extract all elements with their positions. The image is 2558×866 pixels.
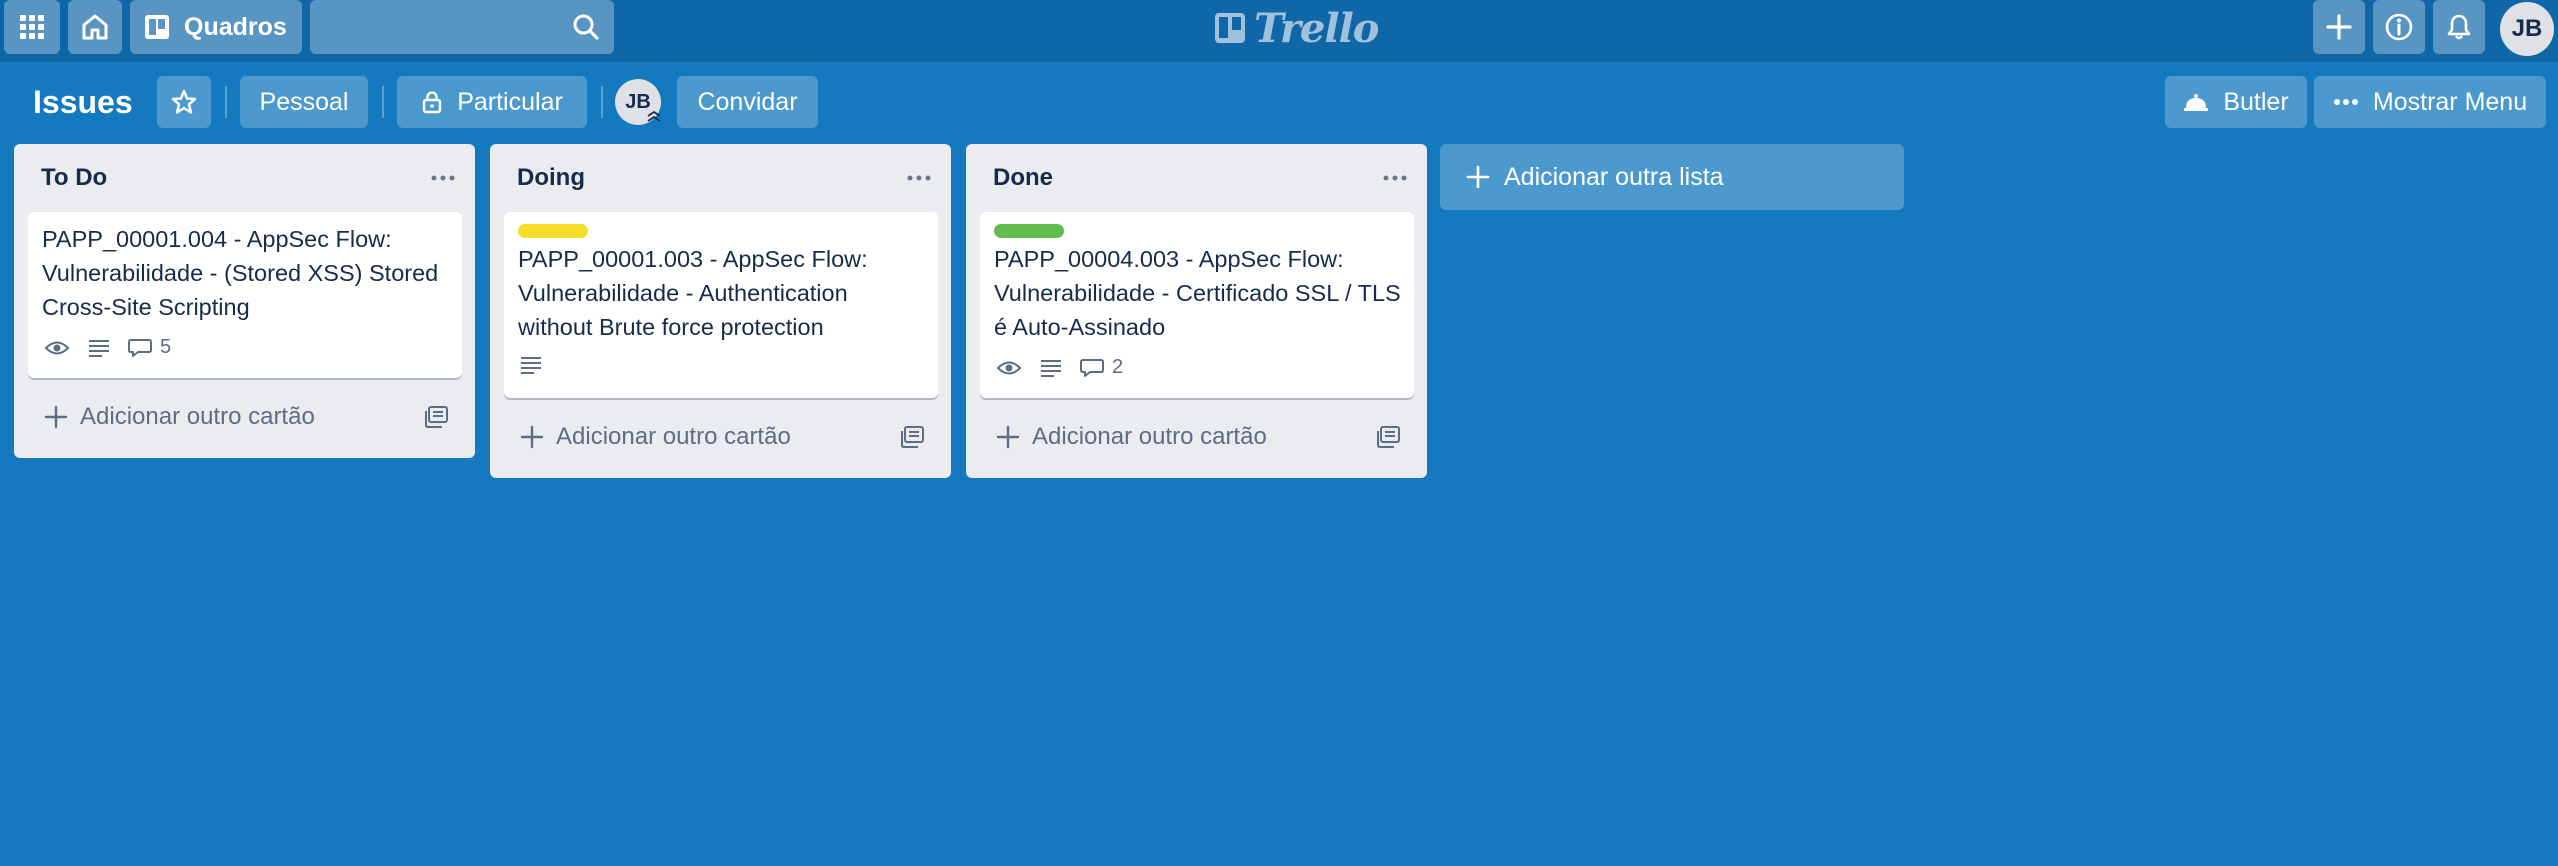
card-badges — [520, 356, 542, 374]
top-navigation-bar: Quadros Trello JB — [0, 0, 2558, 62]
create-from-template-button[interactable] — [425, 406, 449, 433]
more-icon — [431, 175, 455, 181]
list-menu-button[interactable] — [1383, 168, 1407, 186]
trello-logo[interactable]: Trello — [1214, 4, 1379, 52]
add-list-label: Adicionar outra lista — [1504, 162, 1724, 191]
bell-icon — [2447, 14, 2471, 40]
card[interactable]: PAPP_00004.003 - AppSec Flow: Vulnerabil… — [980, 212, 1414, 398]
more-icon — [2333, 99, 2358, 105]
star-board-button[interactable] — [157, 76, 211, 128]
create-from-template-button[interactable] — [901, 426, 925, 453]
card-label-green[interactable] — [994, 224, 1064, 238]
plus-icon — [44, 405, 68, 429]
header-divider — [225, 86, 227, 118]
add-card-label: Adicionar outro cartão — [556, 423, 791, 450]
list-doing[interactable]: Doing PAPP_00001.003 - AppSec Flow: Vuln… — [490, 144, 951, 478]
plus-icon — [520, 425, 544, 449]
comment-icon — [128, 338, 152, 357]
team-visibility-button[interactable]: Pessoal — [240, 76, 368, 128]
privacy-button[interactable]: Particular — [397, 76, 587, 128]
add-card-label: Adicionar outro cartão — [80, 403, 315, 430]
show-menu-button[interactable]: Mostrar Menu — [2314, 76, 2546, 128]
comment-count: 5 — [160, 336, 172, 358]
card-template-icon — [901, 426, 924, 448]
boards-label: Quadros — [184, 12, 287, 41]
plus-icon — [996, 425, 1020, 449]
card[interactable]: PAPP_00001.004 - AppSec Flow: Vulnerabil… — [28, 212, 462, 378]
plus-icon — [1466, 165, 1490, 189]
show-menu-label: Mostrar Menu — [2372, 87, 2528, 116]
trello-logo-text: Trello — [1254, 4, 1379, 52]
header-divider — [601, 86, 603, 118]
add-card-label: Adicionar outro cartão — [1032, 423, 1267, 450]
admin-badge-icon — [645, 108, 663, 126]
info-icon — [2385, 13, 2413, 41]
more-icon — [1383, 175, 1407, 181]
search-input[interactable] — [310, 0, 614, 54]
add-card-button[interactable]: Adicionar outro cartão — [996, 423, 1267, 451]
card-label-yellow[interactable] — [518, 224, 588, 238]
description-icon — [521, 357, 541, 374]
comment-count: 2 — [1112, 356, 1124, 378]
list-done[interactable]: Done PAPP_00004.003 - AppSec Flow: Vulne… — [966, 144, 1427, 478]
eye-icon — [44, 341, 70, 354]
lock-icon — [423, 91, 442, 114]
comments-badge: 5 — [128, 336, 171, 359]
list-to-do[interactable]: To Do PAPP_00001.004 - AppSec Flow: Vuln… — [14, 144, 475, 458]
create-button[interactable] — [2313, 0, 2365, 54]
comment-icon — [1080, 358, 1104, 377]
header-divider — [382, 86, 384, 118]
list-title[interactable]: Done — [993, 164, 1053, 192]
add-card-button[interactable]: Adicionar outro cartão — [44, 403, 315, 431]
card-badges: 2 — [996, 356, 1123, 379]
create-from-template-button[interactable] — [1377, 426, 1401, 453]
home-icon — [82, 14, 108, 40]
add-card-button[interactable]: Adicionar outro cartão — [520, 423, 791, 451]
visibility-label: Particular — [457, 87, 563, 116]
eye-icon — [996, 361, 1022, 374]
plus-icon — [2326, 14, 2352, 40]
list-menu-button[interactable] — [907, 168, 931, 186]
boards-button[interactable]: Quadros — [130, 0, 302, 54]
card-template-icon — [425, 406, 448, 428]
card-title: PAPP_00001.004 - AppSec Flow: Vulnerabil… — [42, 226, 439, 320]
card-template-icon — [1377, 426, 1400, 448]
search-icon — [573, 14, 599, 40]
board-title[interactable]: Issues — [33, 82, 133, 122]
description-icon — [1041, 359, 1061, 377]
description-icon — [89, 339, 109, 357]
card-title: PAPP_00001.003 - AppSec Flow: Vulnerabil… — [518, 246, 868, 340]
invite-label: Convidar — [697, 87, 798, 116]
add-list-button[interactable]: Adicionar outra lista — [1440, 144, 1904, 210]
card[interactable]: PAPP_00001.003 - AppSec Flow: Vulnerabil… — [504, 212, 938, 398]
star-icon — [171, 89, 197, 114]
board-icon — [145, 15, 169, 39]
apps-switcher-button[interactable] — [4, 0, 60, 54]
butler-button[interactable]: Butler — [2165, 76, 2307, 128]
team-label: Pessoal — [259, 87, 349, 116]
invite-button[interactable]: Convidar — [677, 76, 818, 128]
butler-label: Butler — [2223, 87, 2289, 116]
list-menu-button[interactable] — [431, 168, 455, 186]
butler-bell-icon — [2184, 94, 2209, 111]
trello-logo-icon — [1215, 13, 1245, 43]
list-title[interactable]: Doing — [517, 164, 585, 192]
more-icon — [907, 175, 931, 181]
comments-badge: 2 — [1080, 356, 1123, 379]
user-avatar[interactable]: JB — [2500, 2, 2554, 56]
home-button[interactable] — [68, 0, 122, 54]
list-title[interactable]: To Do — [41, 164, 107, 192]
grid-icon — [20, 15, 44, 39]
info-button[interactable] — [2373, 0, 2425, 54]
notifications-button[interactable] — [2433, 0, 2485, 54]
card-badges: 5 — [44, 336, 171, 359]
card-title: PAPP_00004.003 - AppSec Flow: Vulnerabil… — [994, 246, 1401, 340]
